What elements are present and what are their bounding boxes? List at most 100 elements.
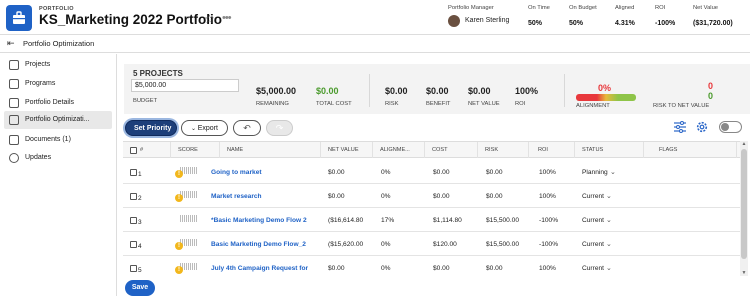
sidebar-item-portfolio-optimization[interactable]: Portfolio Optimizati... xyxy=(4,111,112,129)
table-row[interactable]: 2 ! Market research $0.00 0% $0.00 $0.00… xyxy=(123,184,740,208)
undo-button[interactable]: ↶ xyxy=(233,120,261,136)
column-header-alignment[interactable]: ALIGNME... xyxy=(380,147,410,153)
budget-field[interactable]: $5,000.00 xyxy=(131,79,239,92)
project-name-link[interactable]: Market research xyxy=(211,193,262,200)
column-header-status[interactable]: STATUS xyxy=(582,147,603,153)
scroll-down-icon[interactable]: ▼ xyxy=(740,270,748,276)
column-header-roi[interactable]: ROI xyxy=(538,147,548,153)
section-title: Portfolio Optimization xyxy=(23,39,95,48)
remaining-value: $5,000.00 xyxy=(256,86,297,96)
status-cell[interactable]: Current xyxy=(582,217,604,224)
row-number: 1 xyxy=(138,171,142,178)
sidebar-item-projects[interactable]: Projects xyxy=(4,56,112,74)
score-bars xyxy=(180,215,198,222)
risk-to-net-label: RISK TO NET VALUE xyxy=(653,103,710,109)
sidebar-item-programs[interactable]: Programs xyxy=(4,75,112,93)
save-button[interactable]: Save xyxy=(125,280,155,296)
scrollbar-thumb[interactable] xyxy=(741,149,747,259)
summary-divider xyxy=(369,74,370,107)
roi-cell: 100% xyxy=(539,193,556,200)
filter-sliders-icon[interactable] xyxy=(674,121,686,136)
project-name-link[interactable]: July 4th Campaign Request for xyxy=(211,265,321,272)
column-divider xyxy=(219,142,220,158)
chevron-down-icon[interactable]: ⌄ xyxy=(606,192,612,200)
page-title: KS_Marketing 2022 Portfolio xyxy=(39,12,223,27)
project-name-link[interactable]: *Basic Marketing Demo Flow 2 xyxy=(211,217,321,224)
column-divider xyxy=(320,142,321,158)
column-divider xyxy=(170,142,171,158)
risk-label: RISK xyxy=(385,101,399,107)
sidebar: Projects Programs Portfolio Details Port… xyxy=(0,54,117,296)
column-header-flags[interactable]: FLAGS xyxy=(659,147,677,153)
row-number: 3 xyxy=(138,219,142,226)
total-cost-label: TOTAL COST xyxy=(316,101,352,107)
project-name-link[interactable]: Basic Marketing Demo Flow_2 xyxy=(211,241,321,248)
project-name-link[interactable]: Going to market xyxy=(211,169,262,176)
export-button[interactable]: ⌄ Export xyxy=(181,120,228,136)
redo-button[interactable]: ↷ xyxy=(266,120,293,136)
alignment-cell: 0% xyxy=(381,193,391,200)
column-header-net-value[interactable]: NET VALUE xyxy=(328,147,359,153)
chevron-down-icon[interactable]: ⌄ xyxy=(610,168,616,176)
net-value-cell: $0.00 xyxy=(328,265,345,272)
status-cell[interactable]: Current xyxy=(582,265,604,272)
column-divider xyxy=(574,142,575,158)
row-checkbox[interactable] xyxy=(130,241,137,248)
sidebar-item-portfolio-details[interactable]: Portfolio Details xyxy=(4,94,112,112)
favorite-star-icon[interactable]: ☆ xyxy=(204,12,215,26)
table-row[interactable]: 3 *Basic Marketing Demo Flow 2 ($16,614.… xyxy=(123,208,740,232)
warning-icon: ! xyxy=(175,170,183,178)
alignment-cell: 0% xyxy=(381,265,391,272)
risk-value: $0.00 xyxy=(385,86,408,96)
chevron-down-icon[interactable]: ⌄ xyxy=(606,216,612,224)
sidebar-item-updates[interactable]: Updates xyxy=(4,149,112,167)
column-header-name[interactable]: NAME xyxy=(227,147,243,153)
collapse-sidebar-icon[interactable]: ⇤ xyxy=(7,38,15,49)
net-value-value: $0.00 xyxy=(468,86,491,96)
projects-table: # SCORE NAME NET VALUE ALIGNME... COST R… xyxy=(123,141,740,276)
chevron-down-icon[interactable]: ⌄ xyxy=(606,264,612,272)
row-number: 5 xyxy=(138,267,142,274)
status-cell[interactable]: Planning xyxy=(582,169,608,176)
table-row[interactable]: 5 ! July 4th Campaign Request for $0.00 … xyxy=(123,256,740,276)
row-checkbox[interactable] xyxy=(130,193,137,200)
cost-cell: $0.00 xyxy=(433,265,450,272)
chevron-down-icon[interactable]: ⌄ xyxy=(606,240,612,248)
risk-cell: $0.00 xyxy=(486,193,503,200)
roi-stat: ROI -100% xyxy=(655,5,676,27)
roi-cell: -100% xyxy=(539,217,559,224)
portfolio-manager-name[interactable]: Karen Sterling xyxy=(465,17,509,24)
warning-icon: ! xyxy=(175,194,183,202)
status-cell[interactable]: Current xyxy=(582,193,604,200)
more-options-icon[interactable]: ••• xyxy=(222,12,232,24)
gear-icon[interactable] xyxy=(696,121,708,136)
column-header-risk[interactable]: RISK xyxy=(485,147,498,153)
row-checkbox[interactable] xyxy=(130,265,137,272)
column-header-score[interactable]: SCORE xyxy=(178,147,198,153)
row-checkbox[interactable] xyxy=(130,217,137,224)
table-row[interactable]: 4 ! Basic Marketing Demo Flow_2 ($15,620… xyxy=(123,232,740,256)
view-toggle[interactable] xyxy=(719,121,742,133)
select-all-checkbox[interactable] xyxy=(130,147,137,154)
column-divider xyxy=(424,142,425,158)
sidebar-item-documents[interactable]: Documents (1) xyxy=(4,131,112,149)
row-checkbox[interactable] xyxy=(130,169,137,176)
alignment-bar xyxy=(576,94,636,101)
roi-cell: 100% xyxy=(539,265,556,272)
optimization-icon xyxy=(9,115,19,125)
risk-cell: $15,500.00 xyxy=(486,241,520,248)
risk-cell: $0.00 xyxy=(486,265,503,272)
row-number: 4 xyxy=(138,243,142,250)
scroll-up-icon[interactable]: ▲ xyxy=(740,141,748,147)
on-budget-stat: On Budget 50% xyxy=(569,5,597,27)
table-scrollbar[interactable]: ▲ ▼ xyxy=(740,141,748,276)
avatar[interactable] xyxy=(448,15,460,27)
roi-cell: 100% xyxy=(539,169,556,176)
column-header-cost[interactable]: COST xyxy=(432,147,448,153)
set-priority-button[interactable]: Set Priority xyxy=(125,120,177,136)
table-row[interactable]: 1 ! Going to market $0.00 0% $0.00 $0.00… xyxy=(123,160,740,184)
net-value-cell: $0.00 xyxy=(328,169,345,176)
total-cost-value: $0.00 xyxy=(316,86,339,96)
aligned-stat: Aligned 4.31% xyxy=(615,5,635,27)
status-cell[interactable]: Current xyxy=(582,241,604,248)
